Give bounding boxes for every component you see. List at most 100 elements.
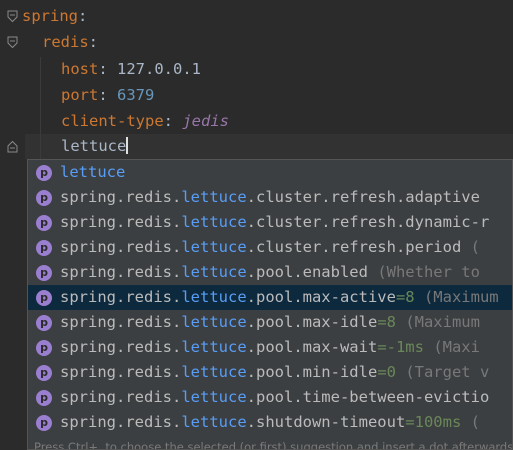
- completion-item[interactable]: p spring.redis.lettuce.cluster.refresh.dy…: [28, 210, 512, 235]
- completion-match: lettuce: [181, 388, 247, 406]
- completion-suffix: .cluster.refresh.period: [246, 238, 462, 256]
- completion-default-value: =-1ms: [377, 338, 424, 356]
- property-icon: p: [36, 215, 52, 231]
- completion-prefix: spring.redis.: [60, 188, 182, 206]
- completion-description: (Maximum: [395, 313, 480, 331]
- yaml-colon: :: [78, 7, 88, 25]
- completion-item-text: spring.redis.lettuce.cluster.refresh.per…: [60, 235, 480, 260]
- completion-item[interactable]: p spring.redis.lettuce.pool.max-active=8 …: [28, 285, 512, 310]
- completion-prefix: spring.redis.: [60, 363, 182, 381]
- fold-open-icon[interactable]: [7, 10, 18, 23]
- yaml-colon: :: [98, 60, 117, 78]
- completion-match: lettuce: [181, 263, 247, 281]
- completion-match: lettuce: [181, 363, 247, 381]
- property-icon: p: [36, 265, 52, 281]
- completion-suffix: .cluster.refresh.adaptive: [246, 188, 480, 206]
- completion-match: lettuce: [181, 338, 247, 356]
- completion-suffix: .pool.enabled: [246, 263, 368, 281]
- completion-prefix: spring.redis.: [60, 388, 182, 406]
- property-icon: p: [36, 415, 52, 431]
- completion-match: lettuce: [181, 288, 247, 306]
- completion-suffix: .cluster.refresh.dynamic-r: [246, 213, 490, 231]
- yaml-colon: :: [163, 112, 183, 130]
- completion-default-value: =8: [377, 313, 396, 331]
- yaml-key: client-type: [61, 112, 164, 130]
- completion-default-value: =8: [395, 288, 415, 306]
- completion-suffix: .pool.min-idle: [246, 363, 378, 381]
- completion-description: (Target v: [395, 363, 490, 381]
- yaml-colon: :: [98, 86, 117, 104]
- completion-match: lettuce: [181, 238, 247, 256]
- yaml-key: redis: [42, 33, 89, 51]
- completion-prefix: spring.redis.: [60, 238, 182, 256]
- completion-default-value: =0: [377, 363, 396, 381]
- code-line-typing[interactable]: lettuce: [61, 134, 129, 159]
- completion-match: lettuce: [181, 213, 247, 231]
- completion-suffix: .pool.max-active: [246, 288, 396, 306]
- completion-match: lettuce: [181, 313, 247, 331]
- completion-default-value: =100ms: [405, 413, 462, 431]
- property-icon: p: [36, 340, 52, 356]
- yaml-key: host: [61, 60, 99, 78]
- property-icon: p: [36, 390, 52, 406]
- property-icon: p: [36, 165, 52, 181]
- completion-popup[interactable]: p lettuce p spring.redis.lettuce.cluster.re…: [27, 159, 513, 450]
- property-icon: p: [36, 240, 52, 256]
- completion-suffix: .shutdown-timeout: [246, 413, 406, 431]
- completion-item[interactable]: p spring.redis.lettuce.pool.max-wait=-1ms…: [28, 335, 512, 360]
- completion-item-text: spring.redis.lettuce.pool.time-between-e…: [60, 385, 489, 410]
- completion-description: (Maxi: [423, 338, 480, 356]
- yaml-key: spring: [22, 7, 78, 25]
- text-caret: [126, 137, 129, 154]
- completion-item[interactable]: p spring.redis.lettuce.shutdown-timeout=1…: [28, 410, 512, 435]
- property-icon: p: [36, 290, 52, 306]
- yaml-value: 6379: [117, 86, 155, 104]
- completion-suffix: .pool.max-wait: [246, 338, 378, 356]
- completion-item-text: spring.redis.lettuce.shutdown-timeout=10…: [60, 410, 480, 435]
- code-editor[interactable]: spring: redis: host: 127.0.0.1 port: 637…: [0, 0, 513, 450]
- completion-match: lettuce: [60, 163, 126, 181]
- completion-description: (Whether to: [367, 263, 480, 281]
- completion-item[interactable]: p spring.redis.lettuce.cluster.refresh.pe…: [28, 235, 512, 260]
- completion-suffix: .pool.time-between-evictio: [246, 388, 490, 406]
- completion-item-text: lettuce: [60, 160, 125, 185]
- fold-close-icon[interactable]: [7, 140, 18, 153]
- completion-item[interactable]: p lettuce: [28, 160, 512, 185]
- code-line-spring[interactable]: spring:: [22, 4, 87, 29]
- typed-text: lettuce: [61, 137, 127, 155]
- yaml-key: port: [61, 86, 99, 104]
- property-icon: p: [36, 315, 52, 331]
- yaml-value: jedis: [182, 112, 229, 130]
- code-line-port[interactable]: port: 6379: [61, 83, 154, 108]
- completion-description: (: [461, 413, 480, 431]
- yaml-colon: :: [88, 33, 99, 51]
- completion-prefix: spring.redis.: [60, 263, 182, 281]
- completion-item[interactable]: p spring.redis.lettuce.pool.time-between-…: [28, 385, 512, 410]
- completion-prefix: spring.redis.: [60, 288, 182, 306]
- completion-item[interactable]: p spring.redis.lettuce.pool.enabled (Whet…: [28, 260, 512, 285]
- completion-match: lettuce: [181, 413, 247, 431]
- completion-item-text: spring.redis.lettuce.cluster.refresh.dyn…: [60, 210, 489, 235]
- completion-item[interactable]: p spring.redis.lettuce.pool.max-idle=8 (M…: [28, 310, 512, 335]
- completion-prefix: spring.redis.: [60, 338, 182, 356]
- property-icon: p: [36, 365, 52, 381]
- code-line-redis[interactable]: redis:: [42, 30, 98, 55]
- completion-item-text: spring.redis.lettuce.pool.enabled (Wheth…: [60, 260, 480, 285]
- indent-guide: [40, 57, 41, 159]
- completion-description: (Maximum: [414, 288, 499, 306]
- completion-prefix: spring.redis.: [60, 413, 182, 431]
- completion-item[interactable]: p spring.redis.lettuce.cluster.refresh.ad…: [28, 185, 512, 210]
- completion-item-text: spring.redis.lettuce.pool.max-active=8 (…: [60, 285, 499, 310]
- completion-suffix: .pool.max-idle: [246, 313, 378, 331]
- code-line-host[interactable]: host: 127.0.0.1: [61, 57, 201, 82]
- fold-open-icon[interactable]: [7, 36, 18, 49]
- completion-footer-hint: Press Ctrl+. to choose the selected (or …: [34, 440, 513, 450]
- completion-prefix: spring.redis.: [60, 213, 182, 231]
- completion-item-text: spring.redis.lettuce.pool.min-idle=0 (Ta…: [60, 360, 489, 385]
- completion-item[interactable]: p spring.redis.lettuce.pool.min-idle=0 (T…: [28, 360, 512, 385]
- completion-item-text: spring.redis.lettuce.pool.max-idle=8 (Ma…: [60, 310, 480, 335]
- property-icon: p: [36, 190, 52, 206]
- code-line-client-type[interactable]: client-type: jedis: [61, 109, 229, 134]
- completion-description: (: [461, 238, 480, 256]
- completion-prefix: spring.redis.: [60, 313, 182, 331]
